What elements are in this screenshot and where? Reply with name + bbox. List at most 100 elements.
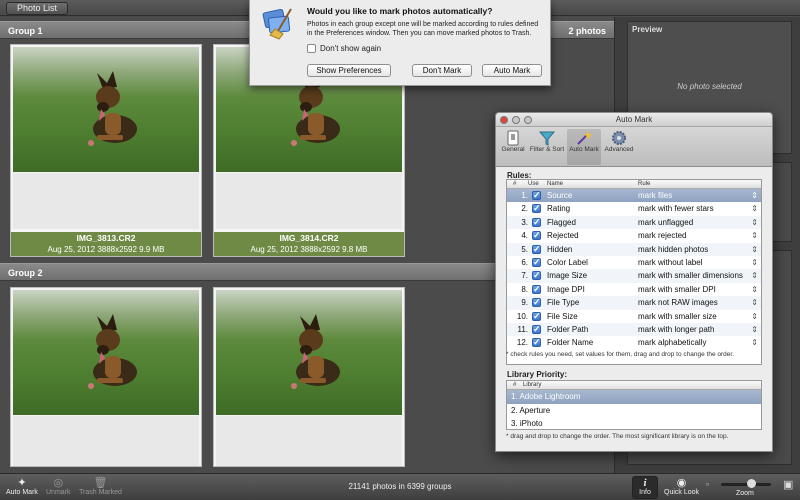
- rule-row[interactable]: 8. Image DPI mark with smaller DPI ⇕: [507, 283, 761, 296]
- rule-value[interactable]: mark without label: [638, 256, 702, 269]
- zoom-icon[interactable]: [524, 116, 532, 124]
- rule-value[interactable]: mark unflagged: [638, 216, 693, 229]
- photo-thumbnail[interactable]: [10, 287, 202, 467]
- checkbox-checked[interactable]: [532, 269, 541, 282]
- eye-icon: ◉: [676, 477, 687, 489]
- library-number: 1.: [511, 392, 518, 401]
- rule-row[interactable]: 6. Color Label mark without label ⇕: [507, 256, 761, 269]
- rule-name: Image Size: [547, 271, 588, 281]
- popup-arrows-icon[interactable]: ⇕: [751, 256, 758, 269]
- rule-row[interactable]: 4. Rejected mark rejected ⇕: [507, 229, 761, 242]
- photo-name: IMG_3813.CR2: [76, 233, 136, 243]
- rule-value[interactable]: mark hidden photos: [638, 243, 708, 256]
- rule-value[interactable]: mark alphabetically: [638, 336, 706, 349]
- zoom-label: Zoom: [736, 490, 754, 497]
- photo-caption: IMG_3813.CR2 Aug 25, 2012 3888x2592 9.9 …: [11, 232, 201, 256]
- popup-arrows-icon[interactable]: ⇕: [751, 283, 758, 296]
- popup-arrows-icon[interactable]: ⇕: [751, 229, 758, 242]
- column-header-num: #: [513, 181, 517, 187]
- popup-arrows-icon[interactable]: ⇕: [751, 216, 758, 229]
- checkbox-checked[interactable]: [532, 189, 541, 202]
- rule-value[interactable]: mark with smaller DPI: [638, 283, 716, 296]
- popup-arrows-icon[interactable]: ⇕: [751, 243, 758, 256]
- checkbox-checked[interactable]: [532, 216, 541, 229]
- rule-name: Rating: [547, 204, 571, 214]
- checkbox-checked[interactable]: [532, 243, 541, 256]
- rule-value[interactable]: mark not RAW images: [638, 296, 718, 309]
- rule-row[interactable]: 2. Rating mark with fewer stars ⇕: [507, 202, 761, 215]
- rule-value[interactable]: mark rejected: [638, 229, 686, 242]
- rule-value[interactable]: mark with smaller size: [638, 310, 717, 323]
- rule-row[interactable]: 5. Hidden mark hidden photos ⇕: [507, 242, 761, 256]
- rules-table-header: # Use Name Rule: [507, 180, 761, 189]
- toolbar-advanced[interactable]: Advanced: [602, 129, 636, 165]
- photo-thumbnail[interactable]: [213, 287, 405, 467]
- rule-number: 5.: [521, 244, 528, 254]
- toolbar-general[interactable]: General: [498, 129, 528, 165]
- quick-look-button[interactable]: ◉ Quick Look: [664, 477, 699, 496]
- popup-arrows-icon[interactable]: ⇕: [751, 336, 758, 349]
- info-button-content[interactable]: i Info: [633, 477, 657, 496]
- library-table-body: 1. Adobe Lightroom 2. Aperture 3. iPhoto: [507, 390, 761, 431]
- popup-arrows-icon[interactable]: ⇕: [751, 269, 758, 282]
- app-broom-icon: [262, 8, 292, 40]
- auto-mark-button[interactable]: Auto Mark: [482, 64, 542, 77]
- rule-value[interactable]: mark with longer path: [638, 323, 714, 336]
- toolbar-auto-mark[interactable]: Auto Mark: [567, 129, 601, 165]
- rule-value[interactable]: mark with smaller dimensions: [638, 269, 743, 282]
- checkbox-checked[interactable]: [532, 310, 541, 323]
- popup-arrows-icon[interactable]: ⇕: [751, 189, 758, 202]
- library-priority-label: Library Priority:: [507, 370, 568, 379]
- rule-row[interactable]: 3. Flagged mark unflagged ⇕: [507, 215, 761, 230]
- rule-row[interactable]: 7. Image Size mark with smaller dimensions…: [507, 269, 761, 283]
- library-name: iPhoto: [519, 419, 543, 428]
- checkbox-checked[interactable]: [532, 296, 541, 309]
- dont-mark-button[interactable]: Don't Mark: [412, 64, 472, 77]
- checkbox-checked[interactable]: [532, 202, 541, 215]
- group-title: Group 1: [8, 26, 43, 36]
- rule-number: 12.: [516, 338, 528, 348]
- zoom-slider[interactable]: [721, 483, 771, 486]
- photo-list-button[interactable]: Photo List: [6, 2, 69, 15]
- rule-row[interactable]: 9. File Type mark not RAW images ⇕: [507, 296, 761, 310]
- rule-row[interactable]: 12. Folder Name mark alphabetically ⇕: [507, 336, 761, 349]
- rule-value[interactable]: mark files: [638, 189, 672, 202]
- dont-show-again-checkbox[interactable]: Don't show again: [307, 44, 381, 53]
- popup-arrows-icon[interactable]: ⇕: [751, 323, 758, 336]
- photo-thumbnail[interactable]: IMG_3813.CR2 Aug 25, 2012 3888x2592 9.9 …: [10, 44, 202, 257]
- window-titlebar: Auto Mark: [496, 113, 772, 127]
- checkbox-checked[interactable]: [532, 323, 541, 336]
- show-preferences-button[interactable]: Show Preferences: [307, 64, 391, 77]
- minimize-icon[interactable]: [512, 116, 520, 124]
- bottom-toolbar: ✦ Auto Mark ◎ Unmark 🗑 Trash Marked 2114…: [0, 473, 800, 500]
- library-row[interactable]: 2. Aperture: [507, 404, 761, 418]
- photo-caption: IMG_3814.CR2 Aug 25, 2012 3888x2592 9.8 …: [214, 232, 404, 256]
- rules-table-body: 1. Source mark files ⇕ 2. Rating mark with few…: [507, 189, 761, 350]
- preferences-toolbar: General Filter & Sort Auto Mark Advanced: [496, 127, 772, 167]
- library-row[interactable]: 1. Adobe Lightroom: [507, 390, 761, 404]
- library-row[interactable]: 3. iPhoto: [507, 417, 761, 431]
- toolbar-filter-sort[interactable]: Filter & Sort: [528, 129, 566, 165]
- quick-look-label: Quick Look: [664, 489, 700, 496]
- checkbox-box[interactable]: [307, 44, 316, 53]
- close-icon[interactable]: [500, 116, 508, 124]
- zoom-slider-knob[interactable]: [747, 479, 756, 488]
- popup-arrows-icon[interactable]: ⇕: [751, 310, 758, 323]
- zoom-out-icon[interactable]: ▫: [706, 480, 709, 489]
- rule-row[interactable]: 1. Source mark files ⇕: [507, 189, 761, 203]
- library-priority-table: # Library 1. Adobe Lightroom 2. Aperture 3…: [506, 380, 762, 430]
- rule-name: Color Label: [547, 257, 588, 267]
- toolbar-label: Advanced: [604, 146, 634, 153]
- rule-use-checkbox[interactable]: [532, 336, 541, 351]
- checkbox-checked[interactable]: [532, 336, 541, 349]
- toolbar-label: Auto Mark: [569, 146, 599, 153]
- zoom-in-icon[interactable]: ▣: [783, 478, 793, 491]
- checkbox-checked[interactable]: [532, 283, 541, 296]
- rule-value[interactable]: mark with fewer stars: [638, 202, 714, 215]
- popup-arrows-icon[interactable]: ⇕: [751, 202, 758, 215]
- checkbox-checked[interactable]: [532, 256, 541, 269]
- popup-arrows-icon[interactable]: ⇕: [751, 296, 758, 309]
- checkbox-checked[interactable]: [532, 229, 541, 242]
- rule-row[interactable]: 10. File Size mark with smaller size ⇕: [507, 310, 761, 323]
- rule-row[interactable]: 11. Folder Path mark with longer path ⇕: [507, 322, 761, 337]
